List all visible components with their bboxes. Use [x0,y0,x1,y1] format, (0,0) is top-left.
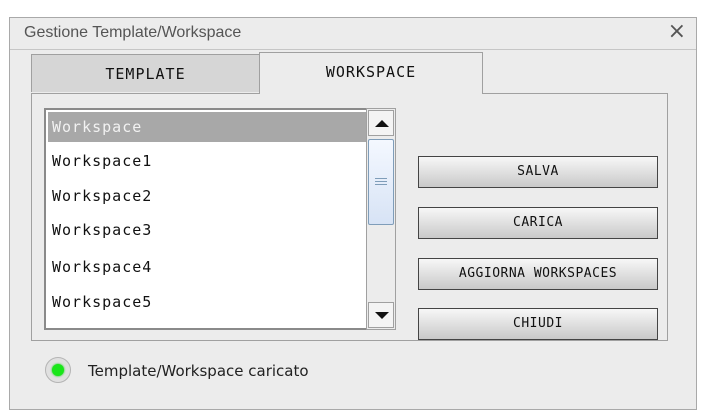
close-button[interactable]: CHIUDI [418,308,658,340]
save-button[interactable]: SALVA [418,156,658,188]
scroll-up-button[interactable] [368,110,394,136]
list-item[interactable]: Workspace5 [48,287,370,317]
title-separator [10,49,696,50]
workspace-list[interactable]: Workspace Workspace1 Workspace2 Workspac… [44,108,372,330]
window-title: Gestione Template/Workspace [24,24,242,41]
refresh-workspaces-button[interactable]: AGGIORNA WORKSPACES [418,258,658,290]
tab-template[interactable]: TEMPLATE [31,54,260,92]
list-scrollbar[interactable] [366,108,396,330]
list-item[interactable]: Workspace2 [48,181,370,211]
status-led [52,364,64,376]
arrow-up-icon [375,120,389,127]
status-text: Template/Workspace caricato [88,362,309,380]
tab-workspace[interactable]: WORKSPACE [259,52,483,94]
close-icon[interactable]: × [668,21,686,43]
grip-icon [375,178,387,187]
arrow-down-icon [375,312,389,319]
title-bar[interactable]: Gestione Template/Workspace × [10,18,696,48]
load-button[interactable]: CARICA [418,207,658,239]
list-item[interactable]: Workspace [48,112,370,142]
list-item[interactable]: Workspace3 [48,215,370,245]
list-item[interactable]: Workspace4 [48,252,370,282]
scroll-thumb[interactable] [368,139,394,225]
status-indicator-icon [45,357,71,383]
scroll-down-button[interactable] [368,302,394,328]
list-item[interactable]: Workspace1 [48,146,370,176]
